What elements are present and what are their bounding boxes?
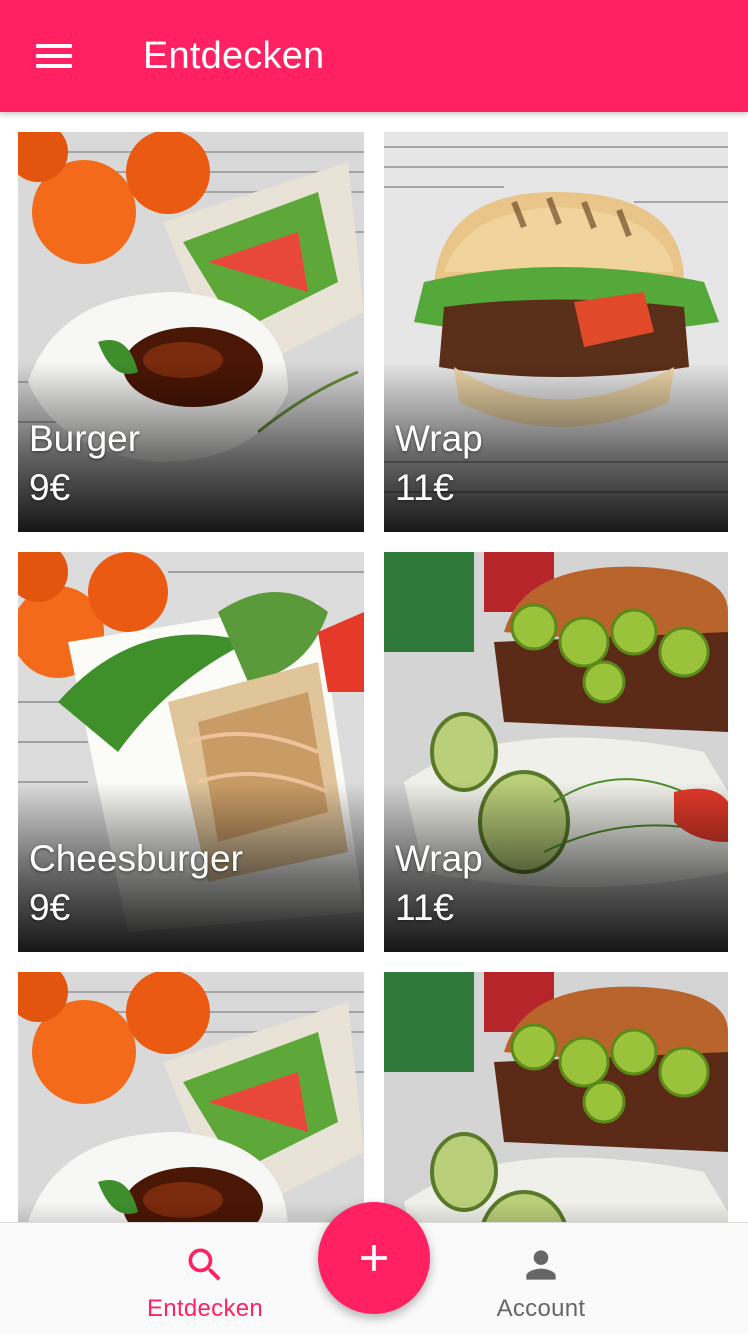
nav-label: Entdecken <box>146 1295 264 1322</box>
add-icon <box>361 1245 387 1271</box>
menu-button[interactable] <box>20 32 88 80</box>
jalapeno-burger-photo <box>384 972 728 1222</box>
product-card[interactable]: Burger 9€ <box>18 132 364 532</box>
person-icon <box>526 1250 556 1280</box>
product-card[interactable]: Wrap 11€ <box>384 132 728 532</box>
product-name: Burger <box>29 418 141 459</box>
product-card[interactable]: Cheesburger 9€ <box>18 552 364 952</box>
product-name: Wrap <box>395 838 483 879</box>
nav-item-account[interactable]: Account <box>441 1223 641 1334</box>
product-grid: Burger 9€ Wrap 11€ Cheesburger 9€ Wrap 1… <box>0 112 748 1222</box>
search-icon <box>188 1248 221 1281</box>
nav-label: Account <box>496 1295 586 1322</box>
wrap-with-dip-photo <box>18 972 364 1222</box>
product-price: 11€ <box>395 467 454 508</box>
product-card[interactable] <box>384 972 728 1222</box>
nav-item-discover[interactable]: Entdecken <box>105 1223 305 1334</box>
page-title: Entdecken <box>143 35 325 77</box>
product-price: 9€ <box>29 887 71 928</box>
menu-icon <box>36 44 72 68</box>
add-button[interactable] <box>318 1202 430 1314</box>
product-price: 11€ <box>395 887 454 928</box>
product-card[interactable] <box>18 972 364 1222</box>
product-name: Cheesburger <box>29 838 243 879</box>
product-card[interactable]: Wrap 11€ <box>384 552 728 952</box>
app-bar: Entdecken <box>0 0 748 112</box>
product-price: 9€ <box>29 467 71 508</box>
product-name: Wrap <box>395 418 483 459</box>
